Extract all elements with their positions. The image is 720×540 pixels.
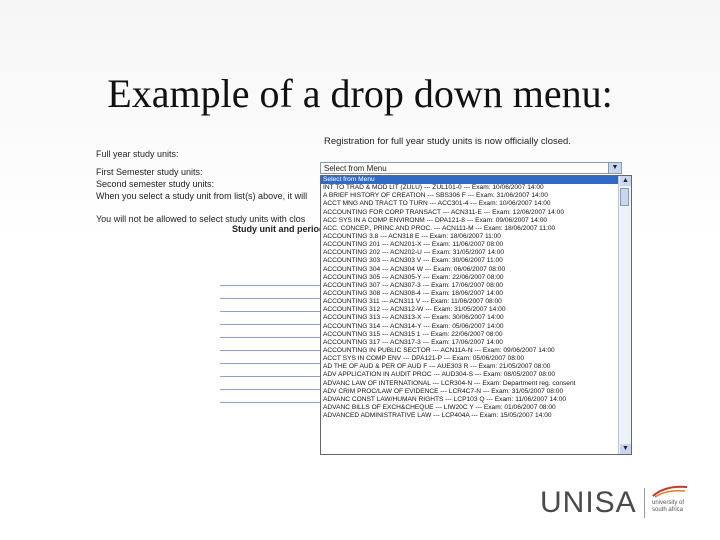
dropdown-option[interactable]: ACCOUNTING 311 --- ACN311 V --- Exam: 11… bbox=[321, 298, 619, 306]
dropdown-option[interactable]: ACCOUNTING 201 --- ACN201-X --- Exam: 11… bbox=[321, 241, 619, 249]
logo-subtitle: university of south africa bbox=[652, 500, 685, 513]
dropdown-option[interactable]: ACCOUNTING 312 --- ACN312-W --- Exam: 31… bbox=[321, 306, 619, 314]
logo-flame-icon bbox=[652, 485, 688, 498]
dropdown-option[interactable]: ACCOUNTING 202 --- ACN202-U --- Exam: 31… bbox=[321, 249, 619, 257]
dropdown-option[interactable]: ACCOUNTING 313 --- ACN313-X --- Exam: 30… bbox=[321, 314, 619, 322]
dropdown-option[interactable]: ACCT SYS IN COMP ENV --- DPA121-P --- Ex… bbox=[321, 355, 619, 363]
second-semester-label: Second semester study units: bbox=[96, 179, 215, 189]
scrollbar[interactable]: ▲ ▼ bbox=[618, 176, 631, 454]
registration-form: Registration for full year study units i… bbox=[96, 136, 636, 466]
dropdown-option[interactable]: ACCOUNTING 308 --- ACN308-4 --- Exam: 18… bbox=[321, 290, 619, 298]
dropdown-option[interactable]: ACCOUNTING 305 --- ACN305-Y --- Exam: 22… bbox=[321, 274, 619, 282]
logo-divider bbox=[644, 488, 645, 518]
scroll-thumb[interactable] bbox=[620, 188, 629, 206]
dropdown-option[interactable]: ACCOUNTING 314 --- ACN314-Y --- Exam: 05… bbox=[321, 323, 619, 331]
notice-text: Registration for full year study units i… bbox=[324, 136, 571, 147]
logo-wordmark: UNISA bbox=[540, 486, 637, 519]
dropdown-option[interactable]: INT TO TRAD & MOD LIT (ZULU) --- ZUL101-… bbox=[321, 184, 619, 192]
dropdown-option[interactable]: Select from Menu bbox=[321, 176, 619, 185]
dropdown-option[interactable]: ADVANC LAW OF INTERNATIONAL --- LCR304-N… bbox=[321, 380, 619, 388]
dropdown-option[interactable]: ACCOUNTING IN PUBLIC SECTOR --- ACN11A-N… bbox=[321, 347, 619, 355]
dropdown-option[interactable]: ACC. CONCEP., PRINC AND PROC. --- ACN111… bbox=[321, 225, 619, 233]
unisa-logo: UNISA university of south africa bbox=[540, 480, 690, 526]
select-value: Select from Menu bbox=[324, 164, 387, 173]
dropdown-option[interactable]: ADV APPLICATION IN AUDIT PROC --- AUD304… bbox=[321, 371, 619, 379]
dropdown-option[interactable]: AD THE OF AUD & PER OF AUD F --- AUE303 … bbox=[321, 363, 619, 371]
dropdown-option[interactable]: ADVANC CONST LAW/HUMAN RIGHTS --- LCP103… bbox=[321, 396, 619, 404]
dropdown-option[interactable]: ACCOUNTING 315 --- ACN315 1 --- Exam: 22… bbox=[321, 331, 619, 339]
dropdown-option[interactable]: ACCOUNTING 307 --- ACN307-3 --- Exam: 17… bbox=[321, 282, 619, 290]
slide-title: Example of a drop down menu: bbox=[107, 71, 613, 116]
chevron-down-icon[interactable]: ▼ bbox=[608, 163, 621, 173]
column-header: Study unit and period bbox=[232, 224, 325, 234]
instruction-label: When you select a study unit from list(s… bbox=[96, 191, 308, 201]
dropdown-option[interactable]: ACCOUNTING 3.8 --- ACN318 E --- Exam: 18… bbox=[321, 233, 619, 241]
dropdown-option[interactable]: ADVANCED ADMINISTRATIVE LAW --- LCP404A … bbox=[321, 412, 619, 420]
scroll-up-icon[interactable]: ▲ bbox=[620, 176, 631, 186]
dropdown-option[interactable]: ACCOUNTING 303 --- ACN303 V --- Exam: 30… bbox=[321, 257, 619, 265]
dropdown-option[interactable]: ACCT MNG AND TRACT TO TURN --- ACC301-4 … bbox=[321, 200, 619, 208]
study-unit-select[interactable]: Select from Menu ▼ bbox=[320, 162, 622, 174]
dropdown-list[interactable]: Select from Menu INT TO TRAD & MOD LIT (Z… bbox=[320, 175, 632, 455]
full-year-label: Full year study units: bbox=[96, 149, 179, 159]
warning-label: You will not be allowed to select study … bbox=[96, 214, 306, 224]
dropdown-option[interactable]: ACCOUNTING FOR CORP TRANSACT --- ACN311-… bbox=[321, 209, 619, 217]
dropdown-option[interactable]: ADV CRIM PROC/LAW OF EVIDENCE --- LCR4C7… bbox=[321, 388, 619, 396]
dropdown-option[interactable]: ACCOUNTING 304 --- ACN304 W --- Exam: 06… bbox=[321, 266, 619, 274]
dropdown-option[interactable]: ACC SYS IN A COMP ENVIRONM --- DPA121-8 … bbox=[321, 217, 619, 225]
dropdown-option[interactable]: A BRIEF HISTORY OF CREATION --- SBS306 F… bbox=[321, 192, 619, 200]
option-list[interactable]: Select from Menu INT TO TRAD & MOD LIT (Z… bbox=[321, 176, 619, 454]
dropdown-option[interactable]: ACCOUNTING 317 --- ACN317-3 --- Exam: 17… bbox=[321, 339, 619, 347]
first-semester-label: First Semester study units: bbox=[96, 167, 203, 177]
scroll-down-icon[interactable]: ▼ bbox=[620, 444, 631, 454]
dropdown-option[interactable]: ADVANC BILLS OF EXCH&CHEQUE --- LIW20C Y… bbox=[321, 404, 619, 412]
